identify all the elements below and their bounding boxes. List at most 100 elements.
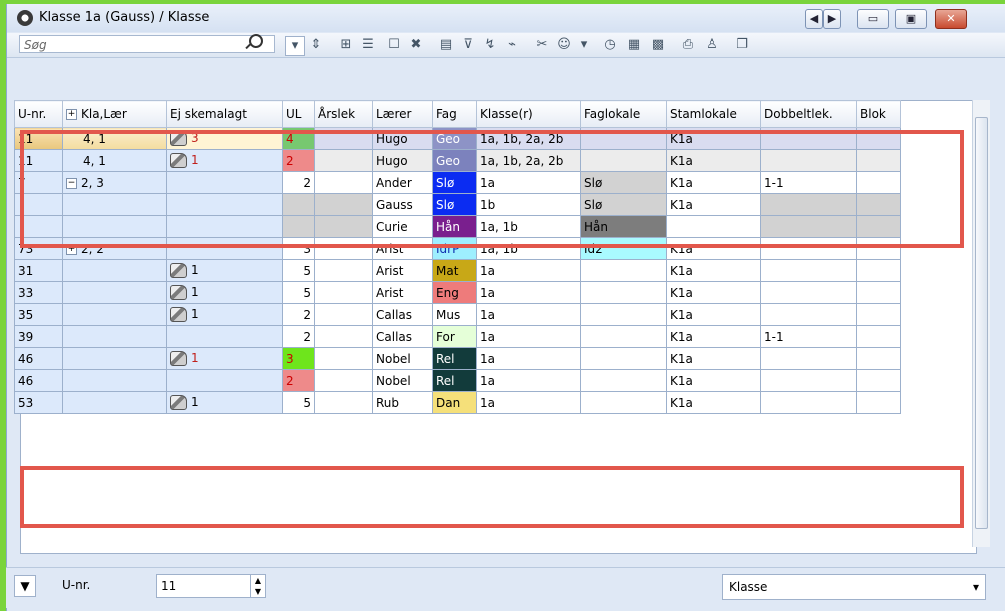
hand-icon (170, 285, 187, 300)
cell-laerer: Arist (372, 281, 433, 304)
table-row[interactable]: 35 1 2 Callas Mus 1a K1a (14, 303, 901, 326)
hand-icon (170, 263, 187, 278)
col-stamlokale[interactable]: Stamlokale (666, 100, 761, 128)
grid-icon[interactable]: ⊞ (337, 36, 355, 54)
table-row[interactable]: 39 2 Callas For 1a K1a 1-1 (14, 325, 901, 348)
cell-kla (62, 259, 167, 282)
cell-kla (62, 281, 167, 304)
header-row: U-nr. + Kla,Lær Ej skemalagt UL Årslek Læ… (14, 100, 901, 128)
clock-icon (17, 10, 33, 26)
cell-ej: 1 (166, 259, 283, 282)
cell-ul: 5 (282, 391, 315, 414)
unr-label: U-nr. (62, 578, 91, 592)
cell-ul: 5 (282, 259, 315, 282)
cell-dobbelt (760, 303, 857, 326)
cell-unr: 35 (14, 303, 63, 326)
table-row[interactable]: 53 1 5 Rub Dan 1a K1a (14, 391, 901, 414)
cell-aarslek (314, 281, 373, 304)
col-blok[interactable]: Blok (856, 100, 901, 128)
table-row[interactable]: 33 1 5 Arist Eng 1a K1a (14, 281, 901, 304)
cell-kla (62, 303, 167, 326)
filter-icon[interactable]: ⊽ (459, 36, 477, 54)
cell-aarslek (314, 391, 373, 414)
col-ul[interactable]: UL (282, 100, 315, 128)
col-ej[interactable]: Ej skemalagt (166, 100, 283, 128)
cell-dobbelt (760, 281, 857, 304)
tools-icon[interactable]: ✂ (533, 36, 551, 54)
cell-faglokale (580, 303, 667, 326)
delete-icon[interactable]: ✖ (407, 36, 425, 54)
hand-icon (170, 351, 187, 366)
cell-dobbelt: 1-1 (760, 325, 857, 348)
cell-blok (856, 303, 901, 326)
cell-klasse: 1a (476, 325, 581, 348)
search-input[interactable]: Søg (19, 35, 275, 53)
list-icon[interactable]: ☰ (359, 36, 377, 54)
cell-kla (62, 391, 167, 414)
teacher-icon[interactable]: ☺ (555, 36, 573, 54)
cell-fag: Mus (432, 303, 477, 326)
table-row[interactable]: 46 2 Nobel Rel 1a K1a (14, 369, 901, 392)
table-row[interactable]: 31 1 5 Arist Mat 1a K1a (14, 259, 901, 282)
col-klasse[interactable]: Klasse(r) (476, 100, 581, 128)
link-icon[interactable]: ⌁ (503, 36, 521, 54)
maximize-button[interactable]: ▣ (895, 9, 927, 29)
col-kla[interactable]: + Kla,Lær (62, 100, 167, 128)
cell-kla (62, 369, 167, 392)
report-icon[interactable]: ▤ (437, 36, 455, 54)
col-aarslek[interactable]: Årslek (314, 100, 373, 128)
cell-laerer: Callas (372, 325, 433, 348)
chevron-down-icon[interactable]: ▼ (14, 575, 36, 597)
cell-laerer: Nobel (372, 347, 433, 370)
dropdown-icon[interactable]: ▾ (285, 36, 305, 56)
highlight-box-top (20, 130, 964, 248)
cell-blok (856, 325, 901, 348)
expand-icon[interactable]: + (66, 109, 77, 120)
cell-stamlokale: K1a (666, 303, 761, 326)
print-icon[interactable]: ⎙ (679, 36, 697, 54)
cell-blok (856, 347, 901, 370)
hand-icon (170, 307, 187, 322)
cell-fag: Eng (432, 281, 477, 304)
new-icon[interactable]: ☐ (385, 36, 403, 54)
user-icon[interactable]: ♙ (703, 36, 721, 54)
cell-ej (166, 325, 283, 348)
cell-klasse: 1a (476, 347, 581, 370)
calendar-icon[interactable]: ▦ (625, 36, 643, 54)
cell-faglokale (580, 281, 667, 304)
sort-icon[interactable]: ↯ (481, 36, 499, 54)
close-button[interactable]: ✕ (935, 9, 967, 29)
dropdown-arrow-icon[interactable]: ▾ (575, 36, 593, 54)
cell-aarslek (314, 369, 373, 392)
cell-ej (166, 369, 283, 392)
table-row[interactable]: 46 1 3 Nobel Rel 1a K1a (14, 347, 901, 370)
col-faglokale[interactable]: Faglokale (580, 100, 667, 128)
col-dobbelt[interactable]: Dobbeltlek. (760, 100, 857, 128)
col-fag[interactable]: Fag (432, 100, 477, 128)
view-select[interactable]: Klasse ▾ (722, 574, 986, 600)
cell-aarslek (314, 325, 373, 348)
cell-ul: 2 (282, 303, 315, 326)
matrix-icon[interactable]: ▩ (649, 36, 667, 54)
window-icon[interactable]: ❐ (733, 36, 751, 54)
cell-klasse: 1a (476, 391, 581, 414)
cell-faglokale (580, 325, 667, 348)
cell-unr: 31 (14, 259, 63, 282)
chevron-down-icon: ▾ (972, 580, 979, 594)
cell-laerer: Callas (372, 303, 433, 326)
next-icon[interactable]: ▶ (823, 9, 841, 29)
minimize-button[interactable]: ▭ (857, 9, 889, 29)
col-unr[interactable]: U-nr. (14, 100, 63, 128)
cell-dobbelt (760, 259, 857, 282)
search-icon[interactable] (249, 34, 263, 48)
clock-icon[interactable]: ◷ (601, 36, 619, 54)
cell-ej: 1 (166, 391, 283, 414)
unr-input[interactable]: 11 (156, 574, 252, 598)
scrollbar-thumb[interactable] (975, 117, 988, 529)
cell-ul: 3 (282, 347, 315, 370)
cell-faglokale (580, 369, 667, 392)
prev-icon[interactable]: ◀ (805, 9, 823, 29)
col-laerer[interactable]: Lærer (372, 100, 433, 128)
spinner-icon[interactable]: ⇕ (307, 36, 325, 54)
spinner-icon[interactable]: ▲ ▼ (250, 574, 266, 598)
